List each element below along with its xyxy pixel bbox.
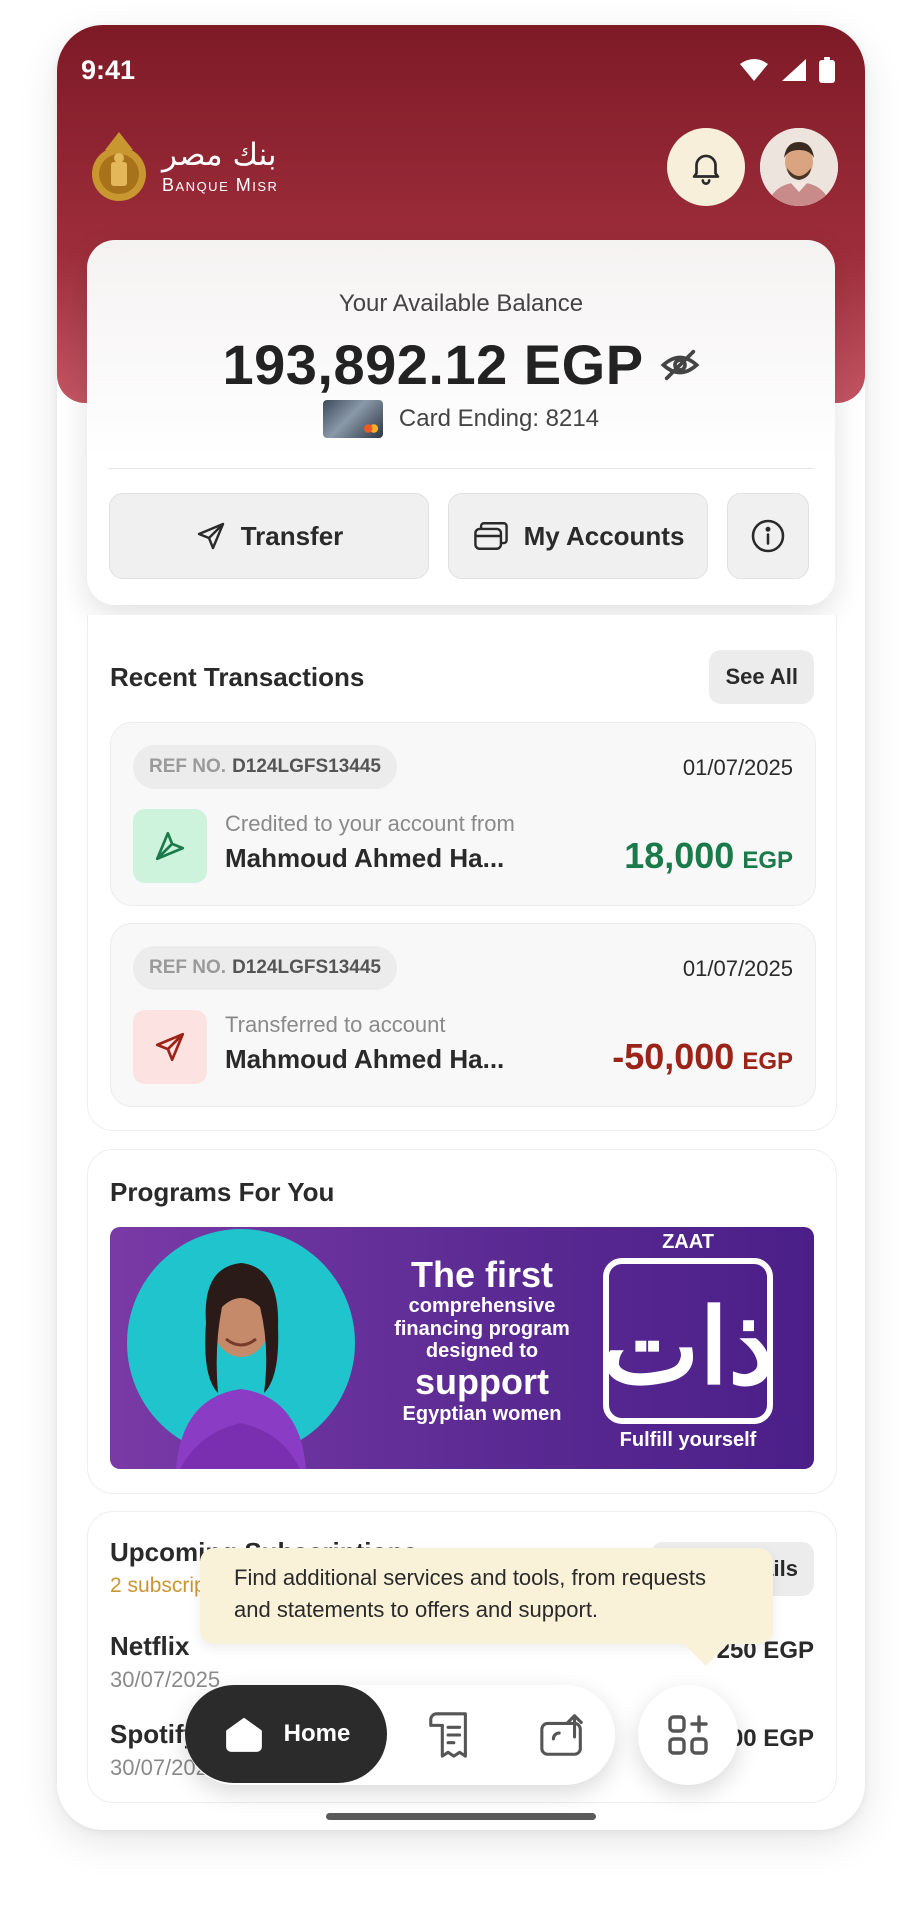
transaction-counterparty: Mahmoud Ahmed Ha... <box>225 1044 505 1074</box>
headline-line: support <box>415 1361 549 1403</box>
my-accounts-button[interactable]: My Accounts <box>448 493 708 579</box>
recent-transactions-section: Recent Transactions See All REF NO. D124… <box>87 615 837 1131</box>
transaction-date: 01/07/2025 <box>682 755 793 780</box>
apps-add-icon <box>668 1715 708 1755</box>
more-services-tooltip: Find additional services and tools, from… <box>200 1548 773 1666</box>
headline-line: comprehensive <box>408 1295 556 1318</box>
balance-amount-row: 193,892.12 EGP <box>87 332 835 397</box>
ref-label: REF NO. <box>149 957 227 978</box>
wallet-icon <box>473 522 508 550</box>
programs-title: Programs For You <box>110 1177 335 1207</box>
status-bar: 9:41 <box>57 25 865 125</box>
see-all-button[interactable]: See All <box>709 650 814 704</box>
home-icon <box>225 1717 262 1752</box>
ref-label: REF NO. <box>149 756 227 777</box>
profile-avatar[interactable] <box>760 128 838 206</box>
avatar-image <box>760 128 838 206</box>
zaat-logo-arabic: ذات <box>601 1285 774 1408</box>
transfer-button[interactable]: Transfer <box>109 493 429 579</box>
bottom-nav: Home <box>185 1685 615 1785</box>
balance-amount: 193,892.12 EGP <box>222 333 644 396</box>
received-icon <box>155 831 185 861</box>
card-thumbnail <box>322 400 383 438</box>
recent-transactions-title: Recent Transactions <box>110 662 365 692</box>
banner-headline: The first comprehensive financing progra… <box>372 1254 592 1425</box>
send-icon <box>155 1032 185 1062</box>
info-icon <box>751 519 785 553</box>
transaction-card[interactable]: REF NO. D124LGFS13445 01/07/2025 Credite… <box>110 722 816 906</box>
amount-currency: EGP <box>742 1048 793 1075</box>
credit-icon-tile <box>133 809 207 883</box>
notifications-button[interactable] <box>667 128 745 206</box>
amount-value: 18,000 <box>624 835 735 876</box>
transaction-description: Transferred to account <box>225 1012 446 1037</box>
my-accounts-label: My Accounts <box>523 520 685 551</box>
battery-icon <box>819 57 835 83</box>
nav-home-tab[interactable]: Home <box>185 1685 387 1783</box>
send-icon <box>197 522 224 550</box>
balance-label: Your Available Balance <box>338 290 584 317</box>
ref-chip: REF NO. D124LGFS13445 <box>133 946 397 990</box>
card-ending-text: Card Ending: 8214 <box>398 405 600 432</box>
transaction-description: Credited to your account from <box>225 811 515 836</box>
headline-line: The first <box>410 1254 553 1295</box>
headline-line: financing program <box>394 1317 570 1340</box>
banner-tagline: Fulfill yourself <box>619 1429 757 1451</box>
nav-more-services-button[interactable] <box>638 1685 738 1785</box>
transaction-amount: 18,000 EGP <box>624 835 793 877</box>
ref-chip: REF NO. D124LGFS13445 <box>133 745 397 789</box>
signal-icon <box>782 59 806 81</box>
transaction-date: 01/07/2025 <box>682 956 793 981</box>
info-button[interactable] <box>727 493 809 579</box>
status-icons <box>739 57 835 83</box>
bell-icon <box>692 154 720 185</box>
home-indicator <box>326 1813 596 1820</box>
crest-icon <box>92 132 146 201</box>
headline-line: designed to <box>425 1340 539 1363</box>
transfer-icon <box>540 1714 583 1756</box>
status-time: 9:41 <box>81 55 136 85</box>
subscription-name: Netflix <box>110 1631 190 1661</box>
ref-number: D124LGFS13445 <box>232 756 381 777</box>
debit-icon-tile <box>133 1010 207 1084</box>
card-info-row: Card Ending: 8214 <box>87 400 835 438</box>
brand-name-english: Banque Misr <box>162 175 279 195</box>
receipt-icon <box>429 1712 467 1758</box>
nav-transfers-tab[interactable] <box>535 1707 591 1763</box>
zaat-program-banner[interactable]: ذات ZAAT Fulfill yourself The first comp… <box>110 1227 814 1469</box>
nav-home-label: Home <box>283 1720 351 1747</box>
amount-currency: EGP <box>742 847 793 874</box>
amount-value: -50,000 <box>612 1036 735 1077</box>
phone-screen: 9:41 بنك مصر Banque Misr Your Available … <box>57 25 865 1830</box>
bank-logo: بنك مصر Banque Misr <box>88 128 278 208</box>
divider <box>109 468 813 469</box>
banner-brand: ZAAT <box>662 1231 714 1253</box>
transfer-label: Transfer <box>240 520 344 551</box>
headline-line: Egyptian women <box>402 1402 562 1425</box>
transaction-counterparty: Mahmoud Ahmed Ha... <box>225 843 505 873</box>
brand-name-arabic: بنك مصر <box>162 137 277 173</box>
balance-card: Your Available Balance 193,892.12 EGP Ca… <box>87 240 835 605</box>
transaction-amount: -50,000 EGP <box>612 1036 793 1078</box>
nav-bills-tab[interactable] <box>422 1707 478 1763</box>
subscription-date: 30/07/2025 <box>110 1667 221 1692</box>
transaction-card[interactable]: REF NO. D124LGFS13445 01/07/2025 Transfe… <box>110 923 816 1107</box>
eye-off-icon[interactable] <box>660 345 700 385</box>
programs-section: Programs For You ذات ZAAT Fulfill yourse… <box>87 1149 837 1494</box>
ref-number: D124LGFS13445 <box>232 957 381 978</box>
wifi-icon <box>740 59 768 81</box>
